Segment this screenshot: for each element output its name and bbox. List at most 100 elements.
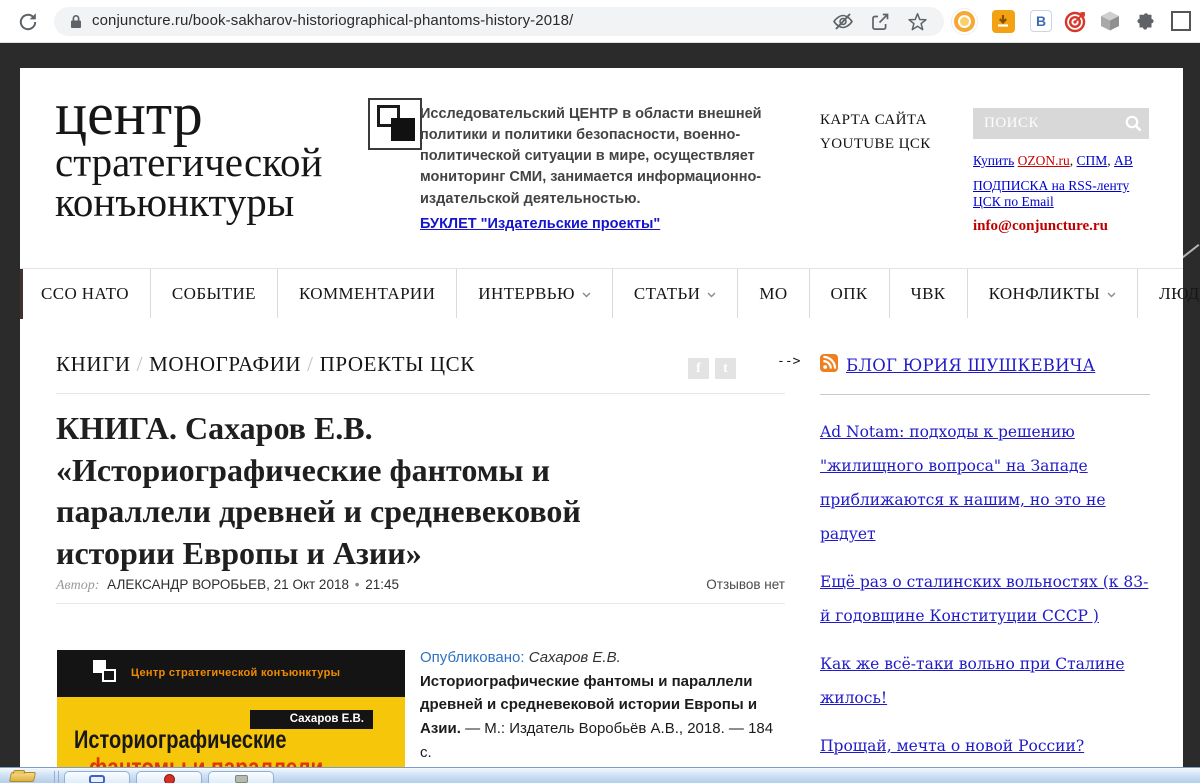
search-input[interactable]	[973, 108, 1149, 139]
article-title: КНИГА. Сахаров Е.В. «Историографические …	[56, 408, 704, 574]
download-extension-icon[interactable]	[990, 8, 1016, 34]
nav-kommentarii[interactable]: КОММЕНТАРИИ	[277, 269, 456, 318]
published-author: Сахаров Е.В.	[529, 649, 621, 666]
list-item: Прощай, мечта о новой России?	[820, 729, 1150, 763]
blog-post-link[interactable]: Как же всё-таки вольно при Сталине жилос…	[820, 655, 1125, 707]
logo-word-3: конъюнктуры	[55, 182, 415, 222]
rss-subscribe-link[interactable]: ПОДПИСКА на RSS-ленту ЦСК по Email	[973, 178, 1151, 210]
nav-lyudi[interactable]: ЛЮДИ	[1137, 269, 1200, 318]
facebook-icon[interactable]: f	[688, 358, 709, 379]
target-extension-icon[interactable]	[1062, 8, 1088, 34]
chevron-down-icon	[1107, 292, 1116, 298]
author-name: АЛЕКСАНДР ВОРОБЬЕВ,	[107, 577, 270, 592]
blog-post-link[interactable]: Прощай, мечта о новой России?	[820, 737, 1084, 755]
address-bar[interactable]: conjuncture.ru/book-sakharov-historiogra…	[54, 7, 944, 36]
sidebar-heading: БЛОГ ЮРИЯ ШУШКЕВИЧА	[820, 354, 1150, 377]
buy-link[interactable]: Купить	[973, 153, 1014, 168]
share-icon[interactable]	[870, 12, 892, 31]
logo-word-1: центр	[55, 86, 415, 142]
list-item: Ещё раз о сталинских вольностях (к 83-й …	[820, 565, 1150, 633]
book-cover-image[interactable]: Центр стратегической конъюнктуры Сахаров…	[57, 650, 405, 783]
nav-chvk[interactable]: ЧВК	[889, 269, 967, 318]
cover-logo-squares-icon	[93, 660, 121, 687]
divider	[56, 603, 785, 604]
taskbar-separator	[54, 771, 59, 783]
author-label: Автор:	[56, 578, 99, 593]
breadcrumb-separator: /	[301, 352, 319, 376]
windows-taskbar	[0, 768, 1200, 783]
main-navigation: ССО НАТО СОБЫТИЕ КОММЕНТАРИИ ИНТЕРВЬЮ СТ…	[20, 268, 1183, 318]
chevron-down-icon	[707, 292, 716, 298]
site-logo[interactable]: центр стратегической конъюнктуры	[55, 86, 415, 222]
youtube-link[interactable]: YOUTUBE ЦСК	[820, 132, 931, 156]
sitemap-link[interactable]: КАРТА САЙТА	[820, 108, 931, 132]
eye-off-icon[interactable]	[832, 12, 854, 31]
app-icon	[235, 775, 248, 783]
folder-icon[interactable]	[9, 772, 36, 782]
app-icon	[89, 775, 105, 783]
lock-icon	[70, 14, 82, 34]
blank-extension-icon[interactable]	[1168, 8, 1194, 34]
breadcrumb: КНИГИ/МОНОГРАФИИ/ПРОЕКТЫ ЦСК	[56, 352, 475, 377]
nav-sobytie[interactable]: СОБЫТИЕ	[150, 269, 277, 318]
b-extension-icon[interactable]: B	[1028, 8, 1054, 34]
breadcrumb-proekty-tssk[interactable]: ПРОЕКТЫ ЦСК	[320, 352, 475, 376]
list-item: Как же всё-таки вольно при Сталине жилос…	[820, 647, 1150, 715]
divider	[56, 393, 785, 394]
breadcrumb-monografii[interactable]: МОНОГРАФИИ	[149, 352, 301, 376]
stray-arrow-text: -->	[777, 354, 800, 369]
article-time: 21:45	[365, 577, 399, 592]
nav-sso-nato[interactable]: ССО НАТО	[20, 269, 150, 318]
reload-icon[interactable]	[16, 10, 40, 34]
site-background-frame: центр стратегической конъюнктуры Исследо…	[0, 43, 1200, 783]
email-link[interactable]: info@conjuncture.ru	[973, 218, 1108, 235]
cover-title-line-1: Историографические	[74, 726, 286, 755]
divider	[820, 394, 1150, 395]
article-date: 21 Окт 2018	[274, 577, 349, 592]
taskbar-app-button-3[interactable]	[208, 771, 274, 783]
rss-icon[interactable]	[820, 354, 838, 377]
published-block: Опубликовано: Сахаров Е.В. Историографич…	[420, 646, 780, 764]
av-link[interactable]: АВ	[1114, 153, 1133, 168]
header-quick-links: КАРТА САЙТА YOUTUBE ЦСК	[820, 108, 931, 156]
cube-extension-icon[interactable]	[1097, 8, 1123, 34]
list-item: Ad Notam: подходы к решению "жилищного в…	[820, 415, 1150, 551]
search-icon[interactable]	[1125, 115, 1142, 132]
comma: ,	[1070, 153, 1073, 168]
url-text: conjuncture.ru/book-sakharov-historiogra…	[92, 12, 573, 29]
taskbar-app-button-1[interactable]	[64, 771, 130, 783]
citrus-extension-icon[interactable]	[951, 8, 977, 34]
nav-intervyu[interactable]: ИНТЕРВЬЮ	[456, 269, 612, 318]
sidebar: БЛОГ ЮРИЯ ШУШКЕВИЧА Ad Notam: подходы к …	[820, 354, 1150, 783]
twitter-icon[interactable]: t	[715, 358, 736, 379]
blog-post-link[interactable]: Ad Notam: подходы к решению "жилищного в…	[820, 423, 1106, 543]
nav-stati[interactable]: СТАТЬИ	[612, 269, 737, 318]
cover-publisher: Центр стратегической конъюнктуры	[131, 667, 340, 679]
logo-word-2: стратегической	[55, 142, 415, 182]
booklet-link[interactable]: БУКЛЕТ "Издательские проекты"	[420, 216, 660, 232]
ozon-link[interactable]: OZON.ru	[1018, 153, 1070, 168]
nav-konflikty[interactable]: КОНФЛИКТЫ	[967, 269, 1138, 318]
published-label: Опубликовано:	[420, 649, 525, 666]
site-description: Исследовательский ЦЕНТР в области внешне…	[420, 104, 782, 210]
taskbar-app-button-2[interactable]	[136, 771, 202, 783]
nav-mo[interactable]: МО	[737, 269, 808, 318]
nav-opk[interactable]: ОПК	[809, 269, 889, 318]
buy-links-line: Купить OZON.ru, СПМ, АВ	[973, 153, 1133, 169]
published-details: — М.: Издатель Воробьёв А.В., 2018. — 18…	[420, 720, 773, 761]
article-meta: Автор: АЛЕКСАНДР ВОРОБЬЕВ, 21 Окт 2018 •…	[56, 577, 785, 594]
screen: conjuncture.ru/book-sakharov-historiogra…	[0, 0, 1200, 783]
browser-toolbar: conjuncture.ru/book-sakharov-historiogra…	[0, 0, 1200, 43]
puzzle-extensions-icon[interactable]	[1132, 8, 1158, 34]
breadcrumb-knigi[interactable]: КНИГИ	[56, 352, 131, 376]
comments-count-link[interactable]: Отзывов нет	[706, 577, 785, 592]
search-box	[973, 108, 1149, 139]
bookmark-star-icon[interactable]	[907, 12, 929, 31]
blog-post-link[interactable]: Ещё раз о сталинских вольностях (к 83-й …	[820, 573, 1148, 625]
chevron-down-icon	[582, 292, 591, 298]
page-content: центр стратегической конъюнктуры Исследо…	[20, 68, 1183, 783]
app-icon	[164, 774, 175, 783]
bullet: •	[353, 577, 362, 592]
spm-link[interactable]: СПМ	[1077, 153, 1108, 168]
blog-heading-link[interactable]: БЛОГ ЮРИЯ ШУШКЕВИЧА	[846, 356, 1095, 375]
